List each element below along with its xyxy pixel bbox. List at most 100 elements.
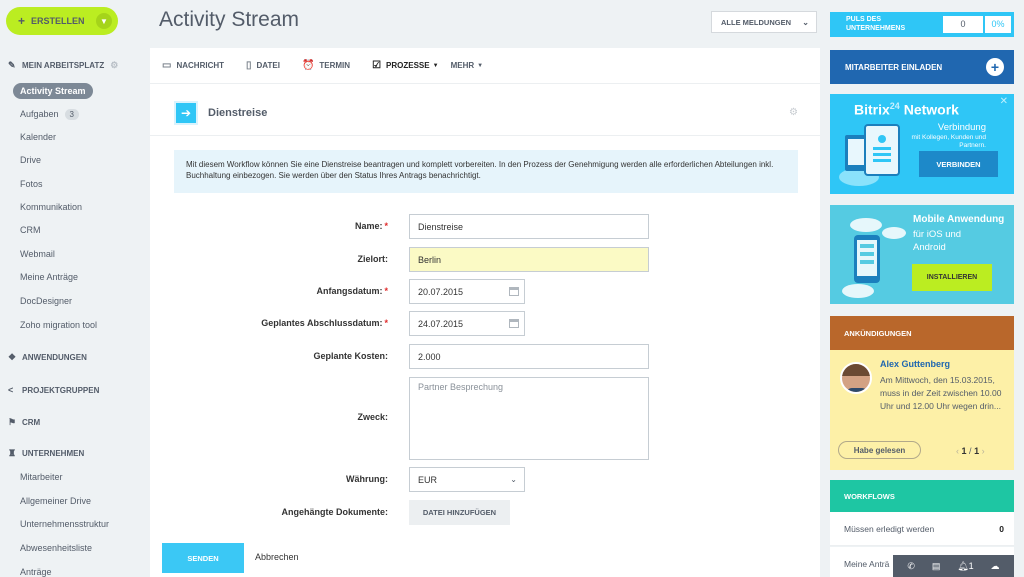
close-icon[interactable]: ✕	[1000, 96, 1008, 107]
mobile-subtitle: für iOS und Android	[913, 228, 961, 254]
calendar-icon[interactable]	[509, 287, 519, 296]
sidebar-item-structure[interactable]: Unternehmensstruktur	[20, 519, 109, 529]
alarm-icon: ⏰	[301, 60, 315, 71]
section-groups-label: PROJEKTGRUPPEN	[22, 385, 100, 395]
sidebar-item-label: Aufgaben	[20, 109, 59, 119]
sidebar-item-photos[interactable]: Fotos	[20, 179, 43, 189]
left-sidebar: + ERSTELLEN ▼ ✎ MEIN ARBEITSPLATZ ⚙ Acti…	[0, 0, 135, 577]
network-brand: Bitrix24 Network	[854, 101, 959, 118]
sidebar-item-label: Zoho migration tool	[20, 320, 98, 330]
page-title: Activity Stream	[159, 8, 300, 31]
calendar-icon[interactable]	[509, 319, 519, 328]
prev-arrow-icon[interactable]: ‹	[956, 446, 959, 456]
cost-field-value: 2.000	[418, 351, 441, 362]
sidebar-item-crm[interactable]: CRM	[20, 225, 41, 235]
pager-current: 1	[961, 446, 967, 456]
end-date-field[interactable]: 24.07.2015	[409, 311, 525, 336]
cloud-icon[interactable]: ☁	[991, 561, 1000, 572]
post-tabs: ▭ NACHRICHT ▯ DATEI ⏰ TERMIN ☑ PROZESSE ▼ MEH…	[150, 48, 820, 84]
phone-icon[interactable]: ✆	[907, 561, 915, 572]
start-date-field[interactable]: 20.07.2015	[409, 279, 525, 304]
bell-icon: 🔔︎	[957, 560, 969, 571]
company-pulse-widget[interactable]: PULS DES UNTERNEHMENS 0 0%	[830, 12, 1014, 37]
sidebar-item-tasks[interactable]: Aufgaben 3	[20, 109, 79, 120]
mark-read-button[interactable]: Habe gelesen	[838, 441, 921, 459]
sidebar-item-zoho[interactable]: Zoho migration tool	[20, 320, 97, 330]
tab-label: DATEI	[256, 61, 280, 70]
invite-employees-button[interactable]: MITARBEITER EINLADEN +	[830, 50, 1014, 84]
chevron-down-icon: ⌄	[802, 17, 809, 27]
start-date-value: 20.07.2015	[418, 286, 464, 297]
gear-icon[interactable]: ⚙	[789, 107, 798, 118]
sidebar-item-docdesigner[interactable]: DocDesigner	[20, 296, 72, 306]
cost-field[interactable]: 2.000	[409, 344, 649, 369]
messenger-bar: ✆ ▤ 🔔︎1 ☁	[893, 555, 1014, 577]
sidebar-item-webmail[interactable]: Webmail	[20, 249, 55, 259]
section-company[interactable]: ♜ UNTERNEHMEN	[8, 448, 84, 459]
cancel-link[interactable]: Abbrechen	[255, 552, 299, 562]
sidebar-item-label: Allgemeiner Drive	[20, 496, 92, 506]
sidebar-item-communication[interactable]: Kommunikation	[20, 202, 82, 212]
notification-count: 1	[968, 560, 974, 571]
flag-icon: ⚑	[8, 417, 17, 427]
sidebar-item-common-drive[interactable]: Allgemeiner Drive	[20, 496, 91, 506]
destination-field[interactable]: Berlin	[409, 247, 649, 272]
file-icon: ▯	[246, 60, 252, 71]
plus-icon: +	[986, 58, 1004, 76]
workflow-title: Dienstreise	[208, 107, 268, 119]
chevron-down-icon[interactable]: ▼	[96, 13, 112, 29]
sidebar-item-drive[interactable]: Drive	[20, 155, 41, 165]
castle-icon: ♜	[8, 448, 17, 458]
gear-icon[interactable]: ⚙	[110, 60, 118, 71]
end-date-value: 24.07.2015	[418, 318, 464, 329]
section-crm[interactable]: ⚑ CRM	[8, 417, 40, 428]
announcement-author[interactable]: Alex Guttenberg	[880, 359, 950, 369]
currency-select[interactable]: EUR ⌄	[409, 467, 525, 492]
chat-icon[interactable]: ▤	[932, 561, 941, 572]
sidebar-item-label: Mitarbeiter	[20, 472, 63, 482]
notifications-button[interactable]: 🔔︎1	[957, 561, 973, 572]
sidebar-item-label: Drive	[20, 155, 42, 165]
announcements-header: ANKÜNDIGUNGEN	[830, 316, 1014, 350]
workflow-row-todo[interactable]: Müssen erledigt werden 0	[830, 512, 1014, 546]
currency-label: Währung:	[346, 474, 388, 484]
sidebar-item-activity-stream[interactable]: Activity Stream	[13, 83, 93, 99]
currency-value: EUR	[418, 474, 438, 485]
destination-field-value: Berlin	[418, 254, 442, 265]
name-label-text: Name:	[354, 221, 383, 231]
add-file-button[interactable]: DATEI HINZUFÜGEN	[409, 500, 510, 525]
brand-part: Network	[903, 101, 959, 118]
section-crm-label: CRM	[22, 418, 41, 427]
install-button[interactable]: INSTALLIEREN	[912, 264, 992, 291]
sidebar-item-my-requests[interactable]: Meine Anträge	[20, 272, 78, 282]
avatar[interactable]	[840, 362, 872, 394]
section-company-label: UNTERNEHMEN	[22, 449, 85, 458]
workflows-header: WORKFLOWS	[830, 480, 1014, 512]
tab-file[interactable]: ▯ DATEI	[246, 60, 280, 71]
section-apps[interactable]: ❖ ANWENDUNGEN	[8, 352, 87, 363]
tab-message[interactable]: ▭ NACHRICHT	[162, 60, 224, 71]
tab-more[interactable]: MEHR ▼	[451, 61, 484, 70]
section-workplace[interactable]: ✎ MEIN ARBEITSPLATZ ⚙	[8, 60, 118, 71]
sidebar-item-calendar[interactable]: Kalender	[20, 132, 56, 142]
connect-button[interactable]: VERBINDEN	[919, 151, 998, 177]
sidebar-item-employees[interactable]: Mitarbeiter	[20, 472, 63, 482]
sidebar-item-label: Anträge	[20, 567, 52, 577]
destination-label: Zielort:	[357, 254, 389, 264]
sidebar-item-label: Kommunikation	[20, 202, 83, 212]
tab-event[interactable]: ⏰ TERMIN	[302, 60, 350, 71]
end-date-label-text: Geplantes Abschlussdatum:	[261, 318, 383, 328]
sidebar-item-absence[interactable]: Abwesenheitsliste	[20, 543, 92, 553]
sidebar-item-label: Webmail	[20, 249, 55, 259]
purpose-textarea[interactable]: Partner Besprechung	[409, 377, 649, 460]
send-button[interactable]: SENDEN	[162, 543, 244, 573]
workflow-card: ▭ NACHRICHT ▯ DATEI ⏰ TERMIN ☑ PROZESSE ▼ MEH…	[150, 48, 820, 577]
name-field[interactable]: Dienstreise	[409, 214, 649, 239]
feed-filter-select[interactable]: ALLE MELDUNGEN ⌄	[711, 11, 817, 33]
next-arrow-icon[interactable]: ›	[982, 446, 985, 456]
tab-processes[interactable]: ☑ PROZESSE ▼	[372, 60, 439, 71]
create-button[interactable]: + ERSTELLEN ▼	[6, 7, 118, 35]
section-groups[interactable]: < PROJEKTGRUPPEN	[8, 385, 99, 395]
sidebar-item-requests[interactable]: Anträge	[20, 567, 52, 577]
start-date-label-text: Anfangsdatum:	[316, 286, 383, 296]
